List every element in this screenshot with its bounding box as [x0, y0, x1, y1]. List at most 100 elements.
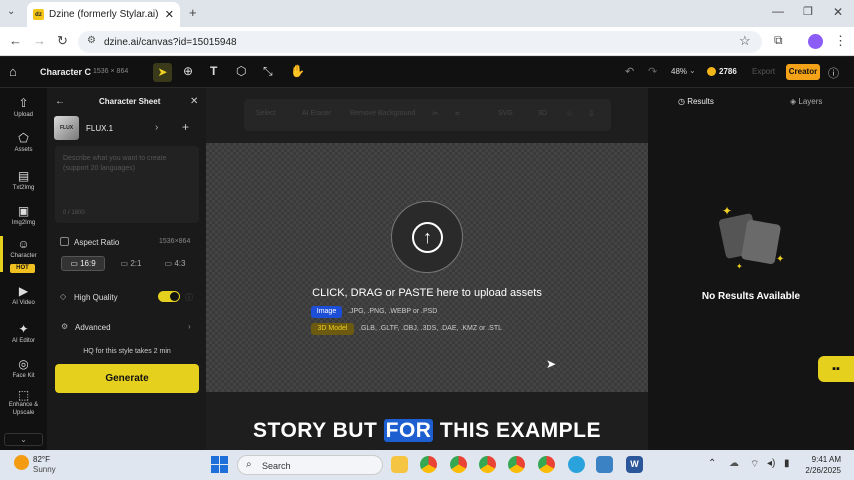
- download-icon[interactable]: ⇩: [588, 109, 595, 118]
- forward-icon[interactable]: →: [33, 33, 46, 48]
- rail-assets[interactable]: ⬠ Assets: [0, 131, 47, 153]
- reload-icon[interactable]: ↻: [57, 33, 68, 49]
- rail-img2img[interactable]: ▣ Img2Img: [0, 204, 47, 226]
- rail-upload[interactable]: ⇧ Upload: [0, 96, 47, 118]
- toolbar-select[interactable]: Select: [256, 110, 275, 117]
- wifi-icon[interactable]: ⌔: [750, 458, 759, 471]
- face-kit-icon: ◎: [18, 357, 29, 371]
- weather-temp[interactable]: 82°F: [33, 455, 50, 464]
- creator-button[interactable]: Creator: [786, 64, 820, 80]
- ratio-2-1-button[interactable]: ▭ 2:1: [111, 256, 151, 271]
- aspect-ratio-icon: [60, 237, 69, 246]
- word-icon[interactable]: W: [626, 456, 643, 473]
- ratio-2-1-label: 2:1: [130, 259, 142, 268]
- generate-button[interactable]: Generate: [55, 364, 199, 393]
- toolbar-remove-bg[interactable]: Remove Background: [350, 110, 415, 117]
- new-tab-icon[interactable]: +: [189, 5, 197, 20]
- canvas-size[interactable]: 1536 × 864: [93, 68, 128, 75]
- ratio-4-3-button[interactable]: ▭ 4:3: [155, 256, 195, 271]
- favorite-icon[interactable]: ☆: [566, 109, 573, 118]
- model-selector[interactable]: FLUX FLUX.1 ›: [54, 116, 171, 140]
- hq-label: High Quality: [74, 293, 118, 302]
- chat-support-icon[interactable]: ▪▪: [818, 356, 854, 382]
- rail-enhance[interactable]: ⬚ Enhance & Upscale: [0, 389, 47, 417]
- advanced-row[interactable]: ⚙ Advanced ›: [55, 318, 199, 337]
- taskbar-search[interactable]: ⌕ Search: [237, 455, 383, 475]
- onedrive-cloud-icon[interactable]: ☁: [729, 458, 739, 469]
- prompt-textarea[interactable]: Describe what you want to create (suppor…: [55, 146, 199, 223]
- crop-icon[interactable]: ⌗: [455, 109, 460, 119]
- upload-circle[interactable]: ↑: [391, 201, 463, 273]
- browser-tab[interactable]: dz Dzine (formerly Stylar.ai) - The ✕: [27, 2, 180, 27]
- windows-start-icon[interactable]: [211, 456, 228, 473]
- battery-icon[interactable]: ▮: [784, 458, 790, 469]
- project-name[interactable]: Character C: [40, 67, 91, 77]
- minimize-icon[interactable]: —: [772, 4, 784, 18]
- redo-icon[interactable]: ↷: [648, 65, 657, 78]
- hq-info-icon[interactable]: ⓘ: [185, 292, 193, 303]
- text-tool-icon[interactable]: T: [210, 64, 217, 78]
- profile-avatar[interactable]: [808, 34, 823, 49]
- rail-character-label: Character: [10, 253, 37, 259]
- chrome-profile-3-icon[interactable]: [479, 456, 496, 473]
- url-field[interactable]: ⚙ dzine.ai/canvas?id=15015948: [78, 31, 762, 53]
- ratio-16-9-button[interactable]: ▭ 16:9: [61, 256, 105, 271]
- layers-tab[interactable]: ◈ Layers: [790, 97, 822, 106]
- panel-close-icon[interactable]: ✕: [190, 96, 198, 107]
- export-button[interactable]: Export: [752, 67, 775, 76]
- char-count: 0 / 1800: [63, 210, 85, 216]
- resize-tool-icon[interactable]: ⤡: [263, 64, 273, 79]
- extensions-icon[interactable]: ⧉: [774, 33, 783, 48]
- zoom-chevron-icon[interactable]: ⌄: [689, 66, 696, 75]
- undo-icon[interactable]: ↶: [625, 65, 634, 78]
- home-icon[interactable]: ⌂: [9, 64, 17, 79]
- add-style-icon[interactable]: +: [182, 120, 189, 134]
- clock-time[interactable]: 9:41 AM: [803, 455, 841, 464]
- zoom-level[interactable]: 48%: [671, 67, 687, 76]
- rail-upload-label: Upload: [13, 112, 33, 118]
- rail-character[interactable]: ☺ Character: [0, 237, 47, 259]
- video-editor-icon[interactable]: [596, 456, 613, 473]
- rail-face-kit[interactable]: ◎ Face Kit: [0, 357, 47, 379]
- rail-ai-editor[interactable]: ✦ AI Editor: [0, 322, 47, 344]
- close-window-icon[interactable]: ✕: [833, 5, 843, 19]
- taskbar-search-icon: ⌕: [246, 459, 252, 470]
- hq-toggle[interactable]: [158, 291, 180, 302]
- chrome-icon[interactable]: [420, 456, 437, 473]
- rail-txt2img[interactable]: ▤ Txt2Img: [0, 169, 47, 191]
- toolbar-ai-eraser[interactable]: AI Eraser: [302, 110, 331, 117]
- back-icon[interactable]: ←: [9, 33, 22, 48]
- toolbar-svg[interactable]: SVG: [498, 110, 513, 117]
- model-chevron-icon: ›: [155, 122, 159, 133]
- bookmark-star-icon[interactable]: ☆: [739, 33, 751, 49]
- cut-icon[interactable]: ✂: [432, 109, 439, 118]
- tray-overflow-icon[interactable]: ⌃: [708, 458, 716, 469]
- help-icon[interactable]: ⓘ: [828, 65, 839, 81]
- chrome-profile-4-icon[interactable]: [508, 456, 525, 473]
- close-tab-icon[interactable]: ✕: [165, 8, 174, 21]
- rail-expand-icon[interactable]: ⌄: [4, 433, 43, 446]
- credits-count: 2786: [719, 67, 737, 76]
- volume-icon[interactable]: ◂): [767, 458, 775, 469]
- file-explorer-icon[interactable]: [391, 456, 408, 473]
- rail-ai-video[interactable]: ▶ AI Video: [0, 284, 47, 306]
- panel-back-icon[interactable]: ←: [55, 96, 65, 107]
- rail-face-kit-label: Face Kit: [12, 373, 35, 379]
- hq-toggle-knob: [170, 292, 179, 301]
- tab-list-icon[interactable]: ⌄: [7, 6, 15, 17]
- telegram-icon[interactable]: [568, 456, 585, 473]
- shape-tool-icon[interactable]: ⬡: [236, 64, 246, 78]
- weather-condition[interactable]: Sunny: [33, 465, 56, 474]
- maximize-icon[interactable]: ❐: [803, 5, 813, 18]
- site-info-icon[interactable]: ⚙: [87, 35, 96, 46]
- hand-tool-icon[interactable]: ✋: [290, 64, 305, 78]
- upload-tool-icon[interactable]: ⊕: [183, 64, 193, 78]
- browser-menu-icon[interactable]: ⋮: [834, 33, 847, 49]
- chrome-profile-2-icon[interactable]: [450, 456, 467, 473]
- toolbar-3d[interactable]: 3D: [538, 110, 547, 117]
- results-tab[interactable]: ◷ Results: [678, 97, 714, 106]
- select-tool-icon[interactable]: ➤: [153, 63, 172, 82]
- advanced-chevron-icon: ›: [188, 322, 191, 331]
- clock-date[interactable]: 2/26/2025: [797, 466, 841, 475]
- chrome-profile-5-icon[interactable]: [538, 456, 555, 473]
